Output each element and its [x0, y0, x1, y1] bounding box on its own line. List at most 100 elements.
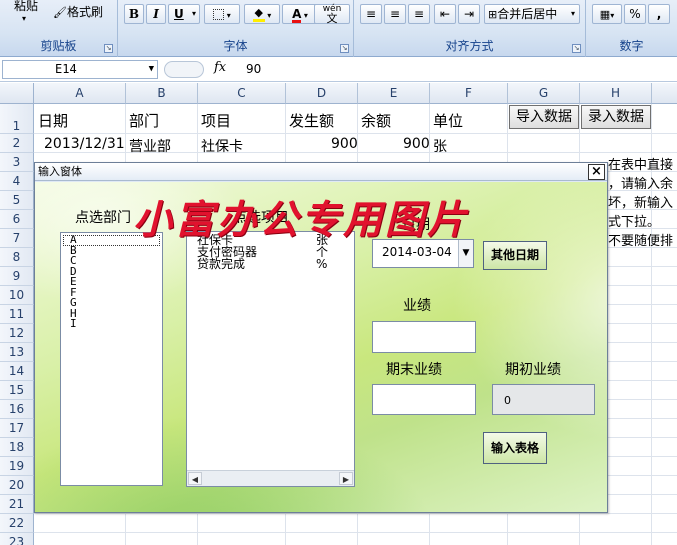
entry-data-button[interactable]: 录入数据: [581, 105, 651, 129]
align-right-button[interactable]: ≡: [408, 4, 430, 24]
scroll-right-icon[interactable]: ▶: [339, 472, 353, 485]
font-launcher-icon[interactable]: ↘: [340, 44, 349, 53]
align-center-button[interactable]: ≡: [384, 4, 406, 24]
column-header[interactable]: B: [126, 83, 198, 104]
increase-indent-icon: ⇥: [463, 7, 475, 21]
alignment-launcher-icon[interactable]: ↘: [572, 44, 581, 53]
paste-button[interactable]: 粘贴: [14, 0, 38, 14]
italic-button[interactable]: I: [146, 4, 166, 24]
horizontal-scrollbar[interactable]: ◀ ▶: [187, 470, 354, 486]
cell-b1[interactable]: 部门: [129, 110, 159, 131]
column-header[interactable]: C: [198, 83, 286, 104]
brush-icon: 🖌: [53, 6, 67, 19]
start-performance-field: 0: [492, 384, 595, 415]
list-item[interactable]: 贷款完成%: [187, 258, 354, 270]
align-left-button[interactable]: ≡: [360, 4, 382, 24]
font-color-button[interactable]: A ▾: [282, 4, 318, 24]
row-header[interactable]: 6: [0, 210, 34, 229]
cell-a2[interactable]: 2013/12/31: [44, 136, 125, 152]
cell-d2[interactable]: 900: [331, 136, 358, 152]
formula-bar-splitter[interactable]: [164, 61, 204, 78]
underline-label: U: [174, 7, 184, 21]
column-header[interactable]: H: [580, 83, 652, 104]
cell-f2[interactable]: 张: [433, 136, 447, 156]
dept-listbox[interactable]: A B C D E F G H I: [60, 232, 163, 486]
formula-input[interactable]: 90: [246, 62, 261, 76]
row-header[interactable]: 23: [0, 533, 34, 545]
row-header[interactable]: 10: [0, 286, 34, 305]
row-header[interactable]: 20: [0, 476, 34, 495]
row-header[interactable]: 16: [0, 400, 34, 419]
increase-indent-button[interactable]: ⇥: [458, 4, 480, 24]
decrease-indent-button[interactable]: ⇤: [434, 4, 456, 24]
format-painter-button[interactable]: 🖌格式刷: [53, 3, 103, 20]
cell-e2[interactable]: 900: [403, 136, 430, 152]
chevron-down-icon[interactable]: ▼: [149, 61, 154, 78]
bold-button[interactable]: B: [124, 4, 144, 24]
list-item[interactable]: I: [61, 318, 162, 330]
chevron-down-icon: ▾: [301, 11, 308, 20]
row-header[interactable]: 1: [0, 104, 34, 134]
row-header[interactable]: 2: [0, 134, 34, 153]
cell-c1[interactable]: 项目: [201, 110, 231, 131]
align-left-icon: ≡: [365, 7, 377, 21]
gridline: [34, 513, 677, 514]
other-date-button[interactable]: 其他日期: [483, 241, 547, 270]
cell-a1[interactable]: 日期: [38, 110, 68, 131]
import-data-button[interactable]: 导入数据: [509, 105, 579, 129]
border-button[interactable]: ▾: [204, 4, 240, 24]
row-header[interactable]: 3: [0, 153, 34, 172]
row-header[interactable]: 9: [0, 267, 34, 286]
insert-function-icon[interactable]: fx: [214, 60, 226, 75]
row-header[interactable]: 18: [0, 438, 34, 457]
clipboard-launcher-icon[interactable]: ↘: [104, 44, 113, 53]
dialog-titlebar[interactable]: 输入窗体 ×: [35, 163, 607, 181]
cell-d1[interactable]: 发生额: [289, 110, 334, 131]
phonetic-guide-button[interactable]: wén 文: [314, 4, 350, 24]
row-header[interactable]: 15: [0, 381, 34, 400]
cell-c2[interactable]: 社保卡: [201, 136, 243, 156]
column-header[interactable]: D: [286, 83, 358, 104]
row-header[interactable]: 17: [0, 419, 34, 438]
font-group-label: 字体: [223, 39, 248, 53]
note-line: 不要随便排: [608, 234, 674, 249]
underline-button[interactable]: U ▾: [168, 4, 200, 24]
accounting-format-button[interactable]: ▦▾: [592, 4, 622, 24]
project-name: 贷款完成: [197, 257, 246, 271]
align-center-icon: ≡: [389, 7, 401, 21]
row-header[interactable]: 5: [0, 191, 34, 210]
select-all-corner[interactable]: [0, 83, 34, 104]
row-header[interactable]: 19: [0, 457, 34, 476]
column-header[interactable]: A: [34, 83, 126, 104]
column-header[interactable]: G: [508, 83, 580, 104]
decrease-indent-icon: ⇤: [439, 7, 451, 21]
close-icon[interactable]: ×: [588, 164, 605, 180]
name-box[interactable]: E14 ▼: [2, 60, 158, 79]
scroll-left-icon[interactable]: ◀: [188, 472, 202, 485]
column-header[interactable]: F: [430, 83, 508, 104]
row-header[interactable]: 14: [0, 362, 34, 381]
chevron-down-icon: ▾: [610, 11, 615, 20]
comma-button[interactable]: ,: [648, 4, 670, 24]
submit-table-button[interactable]: 输入表格: [483, 432, 547, 464]
row-header[interactable]: 7: [0, 229, 34, 248]
align-right-icon: ≡: [413, 7, 425, 21]
row-header[interactable]: 12: [0, 324, 34, 343]
row-header[interactable]: 13: [0, 343, 34, 362]
percent-button[interactable]: %: [624, 4, 646, 24]
column-header[interactable]: E: [358, 83, 430, 104]
row-header[interactable]: 21: [0, 495, 34, 514]
paste-dropdown-icon[interactable]: ▾: [22, 14, 26, 23]
project-listbox[interactable]: 社保卡张 支付密码器个 贷款完成% ◀ ▶: [186, 231, 355, 487]
row-header[interactable]: 22: [0, 514, 34, 533]
merge-center-button[interactable]: ⊞合并后居中 ▾: [484, 4, 580, 24]
cell-e1[interactable]: 余额: [361, 110, 391, 131]
cell-b2[interactable]: 营业部: [129, 136, 171, 156]
fill-color-button[interactable]: ◆ ▾: [244, 4, 280, 24]
row-header[interactable]: 4: [0, 172, 34, 191]
row-header[interactable]: 11: [0, 305, 34, 324]
cell-f1[interactable]: 单位: [433, 110, 463, 131]
performance-input[interactable]: [372, 321, 476, 353]
end-performance-input[interactable]: [372, 384, 476, 415]
row-header[interactable]: 8: [0, 248, 34, 267]
